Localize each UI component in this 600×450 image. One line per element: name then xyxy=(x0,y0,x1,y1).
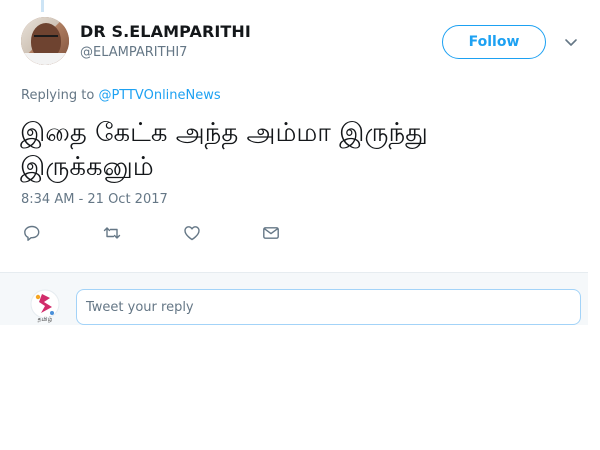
follow-button[interactable]: Follow xyxy=(442,25,546,59)
avatar-shirt xyxy=(21,53,69,65)
tweet-text: இதை கேட்க அந்த அம்மா இருந்து இருக்கனும் xyxy=(20,116,580,184)
reply-composer: தமிழ் Tweet your reply xyxy=(0,273,588,325)
replying-to-line: Replying to @PTTVOnlineNews xyxy=(21,88,221,103)
reply-mention-link[interactable]: @PTTVOnlineNews xyxy=(98,88,220,103)
reply-avatar-text: தமிழ் xyxy=(38,316,53,323)
tweet-text-line: இதை கேட்க அந்த அம்மா இருந்து xyxy=(20,118,428,148)
reply-avatar-logo[interactable]: தமிழ் xyxy=(30,289,60,323)
avatar[interactable] xyxy=(21,17,69,65)
message-icon[interactable] xyxy=(262,224,280,242)
thread-connector-line xyxy=(41,0,44,12)
user-display-name[interactable]: DR S.ELAMPARITHI xyxy=(80,22,251,41)
user-handle[interactable]: @ELAMPARITHI7 xyxy=(80,45,187,60)
reply-icon[interactable] xyxy=(23,224,41,242)
like-icon[interactable] xyxy=(183,224,201,242)
chevron-down-icon[interactable] xyxy=(563,34,579,50)
blank-area xyxy=(0,325,600,450)
tweet-timestamp[interactable]: 8:34 AM - 21 Oct 2017 xyxy=(21,192,168,207)
retweet-icon[interactable] xyxy=(103,224,121,242)
avatar-glasses xyxy=(34,35,58,42)
replying-to-label: Replying to xyxy=(21,88,95,103)
tweet-text-line: இருக்கனும் xyxy=(20,152,154,182)
reply-input[interactable]: Tweet your reply xyxy=(76,289,581,325)
